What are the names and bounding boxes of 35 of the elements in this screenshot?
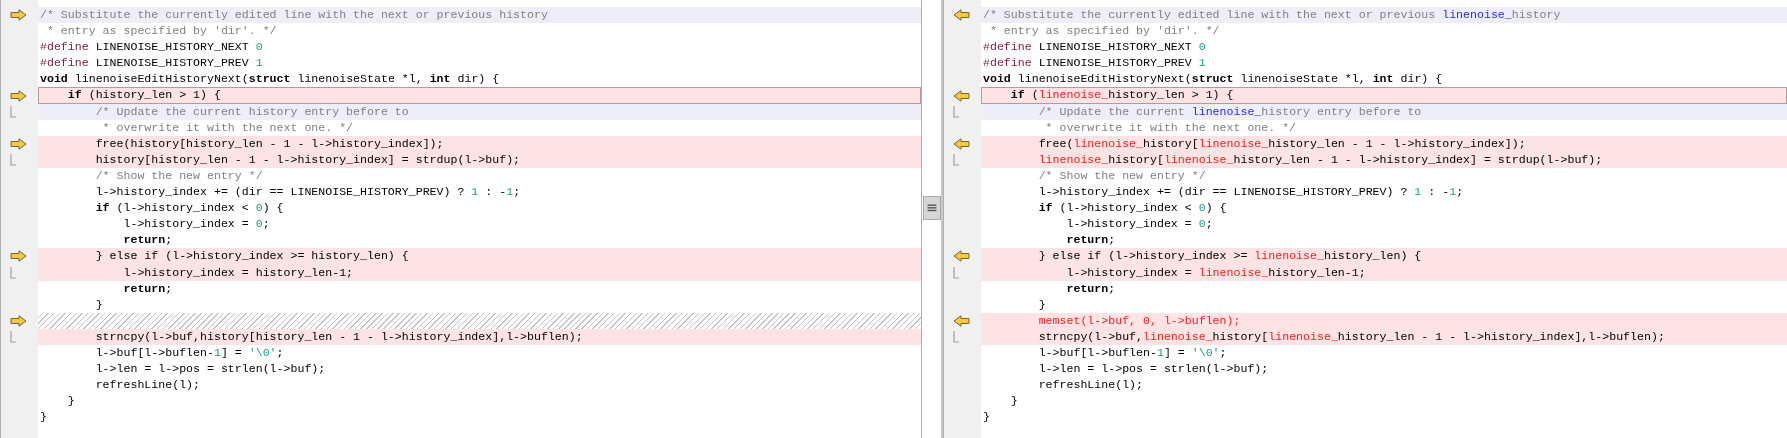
code-line: if (l->history_index < 0) { xyxy=(94,200,285,217)
code-line: return; xyxy=(122,280,174,297)
code-line: l->history_index += (dir == LINENOISE_HISTORY_PREV) ? 1 : -1; xyxy=(1037,184,1465,201)
code-line: * entry as specified by 'dir'. */ xyxy=(45,23,278,40)
code-line: if (l->history_index < 0) { xyxy=(1037,200,1228,217)
code-line: * overwrite it with the next one. */ xyxy=(1044,119,1298,136)
code-line: l->len = l->pos = strlen(l->buf); xyxy=(1037,361,1270,378)
code-line: l->history_index = 0; xyxy=(122,216,271,233)
code-line: } xyxy=(982,409,991,426)
code-line: refreshLine(l); xyxy=(94,377,202,394)
code-line: /* Show the new entry */ xyxy=(1037,167,1207,184)
code-line: return; xyxy=(1065,232,1117,249)
code-line: #define LINENOISE_HISTORY_PREV 1 xyxy=(39,55,264,72)
code-line: l->len = l->pos = strlen(l->buf); xyxy=(94,361,327,378)
code-line: l->buf[l->buflen-1] = '\0'; xyxy=(94,344,285,361)
code-line: l->history_index = 0; xyxy=(1065,216,1214,233)
splitter-handle[interactable] xyxy=(922,196,941,220)
code-line: l->history_index += (dir == LINENOISE_HISTORY_PREV) ? 1 : -1; xyxy=(94,184,522,201)
code-line: } xyxy=(94,296,104,313)
code-line: void linenoiseEditHistoryNext(struct linenoiseState *l, int dir) { xyxy=(982,71,1444,88)
code-line: #define LINENOISE_HISTORY_NEXT 0 xyxy=(39,39,264,56)
code-line: l->buf[l->buflen-1] = '\0'; xyxy=(1037,344,1228,361)
code-line: #define LINENOISE_HISTORY_PREV 1 xyxy=(982,55,1207,72)
code-line: return; xyxy=(122,232,174,249)
code-line: } xyxy=(1037,296,1047,313)
code-line: return; xyxy=(1065,280,1117,297)
code-line: } xyxy=(66,393,76,410)
code-line: } xyxy=(39,409,48,426)
code-line: * entry as specified by 'dir'. */ xyxy=(988,23,1221,40)
code-line: refreshLine(l); xyxy=(1037,377,1145,394)
code-line: /* Show the new entry */ xyxy=(94,167,264,184)
code-line: * overwrite it with the next one. */ xyxy=(101,119,355,136)
code-line: } xyxy=(1009,393,1019,410)
code-line: void linenoiseEditHistoryNext(struct linenoiseState *l, int dir) { xyxy=(39,71,501,88)
code-line: #define LINENOISE_HISTORY_NEXT 0 xyxy=(982,39,1207,56)
